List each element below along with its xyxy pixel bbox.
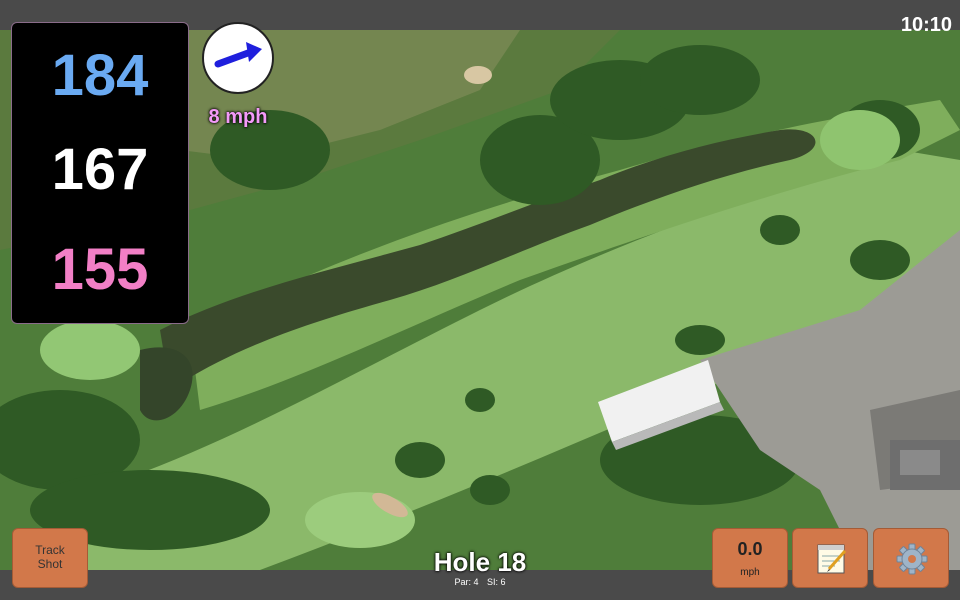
notes-button[interactable] bbox=[792, 528, 868, 588]
clock: 10:10 bbox=[900, 14, 952, 36]
track-shot-button[interactable]: Track Shot bbox=[12, 528, 88, 588]
notepad-icon bbox=[817, 544, 847, 574]
wind-button[interactable]: 0.0 mph bbox=[712, 528, 788, 588]
distance-front: 155 bbox=[51, 237, 149, 302]
wind-button-unit: mph bbox=[740, 567, 760, 578]
hole-par: Par: 4 bbox=[454, 577, 479, 587]
hole-info: Par: 4 SI: 6 bbox=[380, 577, 580, 587]
wind-button-value: 0.0 bbox=[737, 539, 763, 559]
wind-speed: 8 mph bbox=[208, 106, 268, 128]
hole-si: SI: 6 bbox=[487, 577, 506, 587]
distance-middle: 167 bbox=[51, 137, 149, 202]
track-shot-label: Track Shot bbox=[35, 543, 65, 571]
distance-panel: 184 167 155 bbox=[11, 22, 189, 324]
distance-back: 184 bbox=[51, 43, 149, 108]
wind-indicator bbox=[202, 22, 274, 94]
hole-title: Hole 18 bbox=[433, 547, 527, 577]
arrow-icon bbox=[214, 42, 262, 68]
settings-button[interactable] bbox=[873, 528, 949, 588]
gear-icon bbox=[896, 543, 928, 575]
